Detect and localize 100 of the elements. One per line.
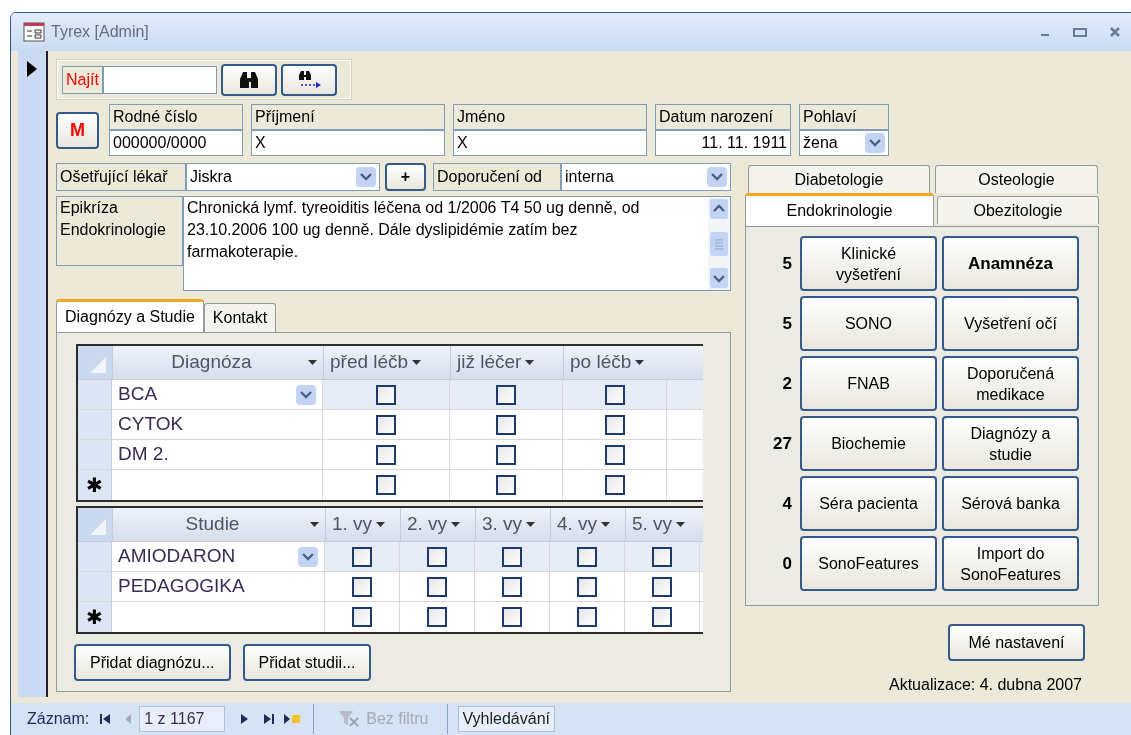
checkbox[interactable]: [652, 576, 672, 597]
grid-row[interactable]: CYTOK: [78, 410, 703, 440]
find-next-button[interactable]: [280, 63, 337, 96]
scrollbar[interactable]: [708, 197, 730, 290]
tab[interactable]: Osteologie: [935, 165, 1098, 193]
column-header[interactable]: již léčer: [450, 346, 563, 379]
checkbox[interactable]: [427, 607, 447, 627]
scroll-down-icon[interactable]: [710, 268, 728, 288]
field-label: Epikríza Endokrinologie: [56, 196, 183, 266]
tab[interactable]: Obezitologie: [936, 196, 1099, 224]
combo-box[interactable]: Jiskra: [186, 163, 380, 191]
add-button[interactable]: Přidat diagnózu...: [74, 644, 231, 681]
checkbox[interactable]: [376, 414, 396, 435]
new-record-icon[interactable]: [283, 713, 302, 725]
action-button[interactable]: SonoFeatures: [800, 536, 937, 591]
form-icon: [23, 22, 45, 42]
input-field[interactable]: 11. 11. 1911: [655, 130, 791, 156]
action-button[interactable]: Doporučená medikace: [942, 356, 1079, 411]
column-header[interactable]: 3. vy: [475, 508, 550, 541]
action-button[interactable]: Klinické vyšetření: [800, 236, 937, 291]
triangle-icon: [90, 519, 106, 535]
action-button[interactable]: Vyšetření očí: [942, 296, 1079, 351]
action-button[interactable]: SONO: [800, 296, 937, 351]
grid-row[interactable]: PEDAGOGIKA: [78, 572, 703, 602]
checkbox[interactable]: [427, 546, 447, 567]
action-button[interactable]: FNAB: [800, 356, 937, 411]
tab[interactable]: Endokrinologie: [745, 193, 934, 226]
action-button[interactable]: Anamnéza: [942, 236, 1079, 291]
checkbox[interactable]: [496, 384, 516, 405]
checkbox[interactable]: [502, 576, 522, 597]
checkbox[interactable]: [496, 444, 516, 465]
column-header[interactable]: Diagnóza: [112, 346, 323, 379]
checkbox[interactable]: [604, 384, 625, 405]
record-selector[interactable]: [18, 51, 48, 697]
search-field[interactable]: Vyhledávání: [457, 706, 555, 732]
caret-icon: [376, 522, 386, 527]
column-header[interactable]: 2. vy: [400, 508, 475, 541]
combo-box[interactable]: žena: [799, 130, 889, 156]
column-header[interactable]: Studie: [112, 508, 325, 541]
tab[interactable]: Diabetologie: [748, 165, 930, 193]
input-field[interactable]: 000000/0000: [109, 130, 243, 156]
action-button[interactable]: Séra pacienta: [800, 476, 937, 531]
next-record-icon[interactable]: [239, 713, 250, 725]
record-position-field[interactable]: 1 z 1167: [139, 706, 226, 732]
field-label: Ošetřující lékař: [56, 163, 186, 191]
checkbox[interactable]: [577, 576, 597, 597]
first-record-icon[interactable]: [99, 713, 112, 725]
close-icon[interactable]: [1109, 26, 1121, 38]
checkbox[interactable]: [652, 546, 672, 567]
grid-row[interactable]: DM 2.: [78, 440, 703, 470]
grid-row[interactable]: BCA: [78, 380, 703, 410]
column-header[interactable]: před léčb: [323, 346, 450, 379]
table-cell-text: PEDAGOGIKA: [118, 574, 245, 599]
checkbox[interactable]: [652, 607, 672, 627]
chevron-down-icon: [360, 173, 372, 181]
checkbox[interactable]: [604, 475, 625, 495]
checkbox[interactable]: [604, 414, 625, 435]
combo-box[interactable]: interna: [561, 163, 731, 191]
column-header[interactable]: po léčb: [563, 346, 667, 379]
checkbox[interactable]: [352, 576, 372, 597]
maximize-icon[interactable]: [1073, 26, 1087, 38]
action-button[interactable]: Sérová banka: [942, 476, 1079, 531]
column-header[interactable]: 5. vy: [625, 508, 700, 541]
checkbox[interactable]: [376, 444, 396, 465]
tab[interactable]: Diagnózy a Studie: [56, 299, 204, 332]
text-area[interactable]: Chronická lymf. tyreoiditis léčena od 1/2006 T4 50 ug denně, od 23.10.2006 100 ug denně. Dále dyslipidémie zatím bez farmakoterapie.: [183, 196, 731, 291]
caret-icon: [635, 360, 645, 365]
checkbox[interactable]: [577, 607, 597, 627]
action-button[interactable]: Diagnózy a studie: [942, 416, 1079, 471]
checkbox[interactable]: [496, 475, 516, 495]
column-header[interactable]: 1. vy: [325, 508, 400, 541]
checkbox[interactable]: [496, 414, 516, 435]
scroll-thumb-icon[interactable]: [710, 231, 728, 256]
m-button[interactable]: M: [56, 112, 99, 149]
caret-icon: [525, 360, 535, 365]
find-button[interactable]: [220, 63, 277, 96]
action-button[interactable]: Biochemie: [800, 416, 937, 471]
add-button[interactable]: Přidat studii...: [242, 644, 372, 681]
checkbox[interactable]: [427, 576, 447, 597]
add-button[interactable]: +: [385, 163, 426, 191]
tab[interactable]: Kontakt: [203, 303, 277, 332]
last-record-icon[interactable]: [263, 713, 276, 725]
checkbox[interactable]: [604, 444, 625, 465]
find-field[interactable]: [102, 65, 217, 94]
checkbox[interactable]: [352, 607, 372, 627]
field-label: Pohlaví: [799, 104, 889, 130]
checkbox[interactable]: [502, 546, 522, 567]
checkbox[interactable]: [502, 607, 522, 627]
column-header[interactable]: 4. vy: [550, 508, 625, 541]
grid-row[interactable]: AMIODARON: [78, 542, 703, 572]
checkbox[interactable]: [577, 546, 597, 567]
scroll-up-icon[interactable]: [710, 199, 728, 219]
checkbox[interactable]: [352, 546, 372, 567]
action-button[interactable]: Import do SonoFeatures: [942, 536, 1079, 591]
checkbox[interactable]: [376, 384, 396, 405]
input-field[interactable]: X: [453, 130, 647, 156]
settings-button[interactable]: Mé nastavení: [948, 624, 1085, 661]
input-field[interactable]: X: [251, 130, 445, 156]
count-label: 27: [772, 432, 793, 455]
checkbox[interactable]: [376, 475, 396, 495]
